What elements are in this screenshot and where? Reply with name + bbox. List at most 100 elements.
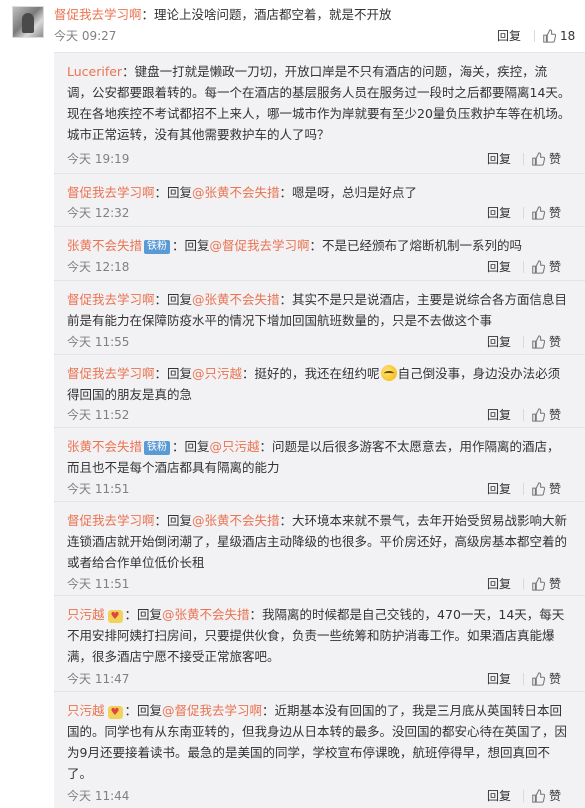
like-count: 18 [560,29,576,43]
username-link[interactable]: 张黄不会失措 [67,238,142,253]
list-item: Lucerifer：键盘一打就是懒政一刀切，开放口岸是不只有酒店的问题，海关，疾… [54,53,585,174]
like-button[interactable]: 赞 [531,205,561,221]
thumbs-up-icon [532,206,545,220]
timestamp: 今天 11:44 [67,789,130,803]
username-link[interactable]: Lucerifer [67,64,122,79]
like-button[interactable]: 赞 [531,788,561,804]
like-button[interactable]: 赞 [531,576,561,592]
like-button[interactable]: 18 [542,28,575,44]
mention-link[interactable]: @张黄不会失措 [192,513,280,528]
mention-link[interactable]: @张黄不会失措 [192,292,280,307]
divider [523,790,524,802]
divider [523,578,524,590]
reply-button[interactable]: 回复 [487,151,511,167]
thumbs-up-icon [532,789,545,803]
mention-link[interactable]: @只污越 [210,439,260,454]
reply-button[interactable]: 回复 [487,407,511,423]
list-item: 督促我去学习啊：回复@张黄不会失措：其实不是只是说酒店，主要是说综合各方面信息目… [54,281,585,355]
reply-meta: 今天 11:52 回复 赞 [67,407,572,423]
parent-comment-body: 督促我去学习啊：理论上没啥问题，酒店都空着，就是不开放 [54,6,392,24]
reply-text: ：键盘一打就是懒政一刀切，开放口岸是不只有酒店的问题，海关，疾控，流调，公安都要… [67,64,571,142]
like-button[interactable]: 赞 [531,481,561,497]
like-label: 赞 [549,482,562,496]
reply-meta: 今天 11:55 回复 赞 [67,334,572,350]
divider [523,673,524,685]
reply-meta: 今天 11:47 回复 赞 [67,671,572,687]
heart-badge-icon: ♥ [107,706,123,719]
like-label: 赞 [549,152,562,166]
avatar[interactable] [12,6,44,38]
reply-button[interactable]: 回复 [487,481,511,497]
timestamp: 今天 11:52 [67,408,130,422]
divider [523,483,524,495]
timestamp: 今天 12:32 [67,206,130,220]
reply-button[interactable]: 回复 [487,334,511,350]
reply-body: Lucerifer：键盘一打就是懒政一刀切，开放口岸是不只有酒店的问题，海关，疾… [67,61,572,145]
list-item: 张黄不会失措 铁粉 ：回复@督促我去学习啊：不是已经颁布了熔断机制一系列的吗 今天 … [54,227,585,281]
reply-prefix: ：回复 [154,513,193,528]
comment-text: ：理论上没啥问题，酒店都空着，就是不开放 [141,7,392,22]
reply-prefix: ：回复 [124,607,163,622]
reply-meta: 今天 11:44 回复 赞 [67,788,572,804]
divider [523,153,524,165]
heart-badge-icon: ♥ [107,610,123,623]
reply-body: 督促我去学习啊：回复@张黄不会失措：嗯是呀，总归是好点了 [67,182,572,203]
timestamp: 今天 11:51 [67,577,130,591]
fan-badge: 铁粉 [144,240,171,254]
divider [523,336,524,348]
reply-button[interactable]: 回复 [487,671,511,687]
mention-link[interactable]: @督促我去学习啊 [162,703,262,718]
thumbs-up-icon [532,335,545,349]
list-item: 督促我去学习啊：回复@张黄不会失措：大环境本来就不景气，去年开始受贸易战影响大新… [54,502,585,596]
mention-link[interactable]: @张黄不会失措 [162,607,250,622]
like-button[interactable]: 赞 [531,334,561,350]
reply-button[interactable]: 回复 [487,259,511,275]
reply-body: 只污越 ♥ ：回复@督促我去学习啊：近期基本没有回国的了，我是三月底从英国转日本回国… [67,700,572,784]
mention-link[interactable]: @只污越 [192,366,242,381]
username-link[interactable]: 只污越 [67,703,105,718]
timestamp: 今天 19:19 [67,152,130,166]
divider [534,30,535,42]
username-link[interactable]: 督促我去学习啊 [54,7,142,22]
thumbs-up-icon [532,260,545,274]
like-button[interactable]: 赞 [531,407,561,423]
list-item: 督促我去学习啊：回复@张黄不会失措：嗯是呀，总归是好点了 今天 12:32 回复… [54,174,585,227]
reply-prefix: ：回复 [154,366,193,381]
thumbs-up-icon [543,29,556,43]
reply-button[interactable]: 回复 [497,28,521,44]
like-button[interactable]: 赞 [531,151,561,167]
reply-text: ：挺好的，我还在纽约呢 [242,366,380,381]
username-link[interactable]: 只污越 [67,607,105,622]
like-label: 赞 [549,408,562,422]
like-button[interactable]: 赞 [531,671,561,687]
username-link[interactable]: 督促我去学习啊 [67,513,155,528]
mention-link[interactable]: @张黄不会失措 [192,185,280,200]
like-button[interactable]: 赞 [531,259,561,275]
reply-prefix: ：回复 [172,439,210,454]
list-item: 只污越 ♥ ：回复@督促我去学习啊：近期基本没有回国的了，我是三月底从英国转日本回国… [54,692,585,808]
timestamp: 今天 12:18 [67,260,130,274]
reply-meta: 今天 11:51 回复 赞 [67,481,572,497]
username-link[interactable]: 张黄不会失措 [67,439,142,454]
username-link[interactable]: 督促我去学习啊 [67,185,155,200]
reply-prefix: ：回复 [154,185,193,200]
divider [523,261,524,273]
reply-button[interactable]: 回复 [487,205,511,221]
timestamp: 今天 09:27 [54,29,117,43]
reply-prefix: ：回复 [124,703,163,718]
reply-body: 督促我去学习啊：回复@张黄不会失措：其实不是只是说酒店，主要是说综合各方面信息目… [67,289,572,331]
username-link[interactable]: 督促我去学习啊 [67,366,155,381]
like-label: 赞 [549,335,562,349]
reply-button[interactable]: 回复 [487,788,511,804]
reply-meta: 今天 19:19 回复 赞 [67,151,572,167]
parent-comment: 督促我去学习啊：理论上没啥问题，酒店都空着，就是不开放 今天 09:27 回复 … [0,0,585,48]
timestamp: 今天 11:47 [67,672,130,686]
comment-meta: 今天 09:27 回复 18 [54,28,575,44]
reply-list: Lucerifer：键盘一打就是懒政一刀切，开放口岸是不只有酒店的问题，海关，疾… [54,52,585,808]
username-link[interactable]: 督促我去学习啊 [67,292,155,307]
reply-prefix: ：回复 [172,238,210,253]
thumbs-up-icon [532,672,545,686]
mention-link[interactable]: @督促我去学习啊 [210,238,310,253]
reply-button[interactable]: 回复 [487,576,511,592]
thumbs-up-icon [532,152,545,166]
